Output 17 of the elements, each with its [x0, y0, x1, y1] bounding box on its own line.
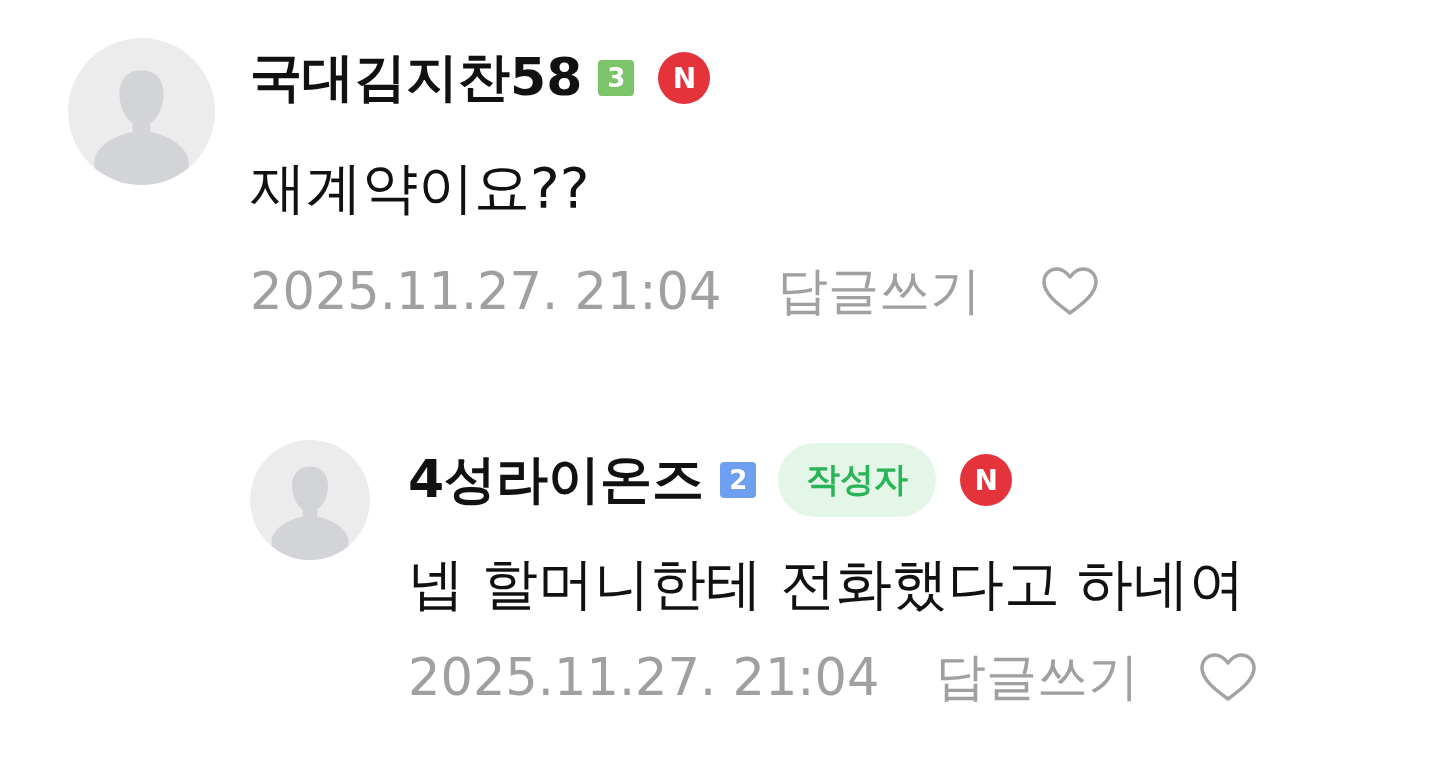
- reply-link[interactable]: 답글쓰기: [777, 256, 982, 326]
- author-tag: 작성자: [778, 443, 937, 517]
- heart-icon[interactable]: [1041, 266, 1100, 316]
- comment-date: 2025.11.27. 21:04: [250, 261, 722, 321]
- comment-date: 2025.11.27. 21:04: [408, 647, 880, 707]
- new-badge: N: [658, 52, 711, 104]
- reply-link[interactable]: 답글쓰기: [935, 642, 1140, 712]
- author-name: 국대김지찬58: [250, 46, 583, 109]
- avatar-icon: [250, 440, 370, 560]
- heart-icon[interactable]: [1199, 652, 1258, 702]
- avatar-icon: [68, 38, 215, 185]
- comment-text: 넵 할머니한테 전화했다고 하네여: [408, 552, 1246, 616]
- new-badge: N: [960, 454, 1013, 506]
- level-badge: 2: [720, 462, 757, 498]
- level-badge: 3: [598, 60, 635, 96]
- comment-text: 재계약이요??: [250, 156, 590, 220]
- author-name: 4성라이온즈: [408, 448, 705, 511]
